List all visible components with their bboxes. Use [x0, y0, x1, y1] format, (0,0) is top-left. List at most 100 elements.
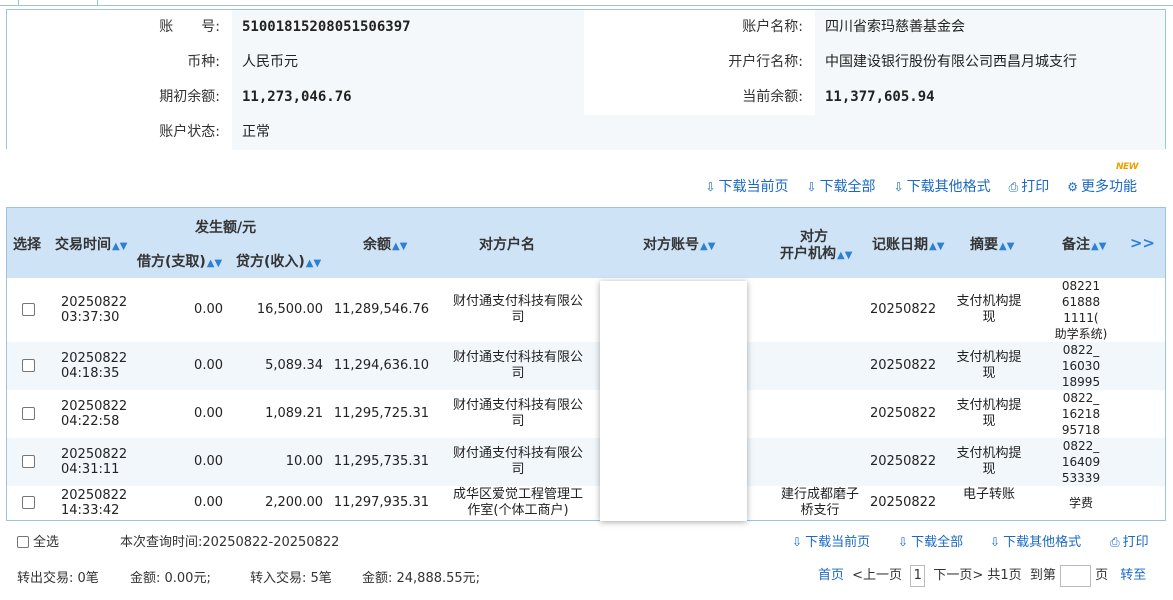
download-icon: ⇩ — [990, 535, 1001, 549]
top-toolbar: ⇩ 下载当前页 ⇩ 下载全部 ⇩ 下载其他格式 ⎙ 打印 ⚙ 更多功能 — [705, 176, 1137, 196]
more-functions-button[interactable]: ⚙ 更多功能 — [1067, 176, 1137, 196]
account-no-value: 51001815208051506397 — [232, 10, 584, 45]
summary: 支付机构提现 — [956, 350, 1022, 381]
download-icon: ⇩ — [792, 535, 803, 549]
post-date: 20250822 — [870, 454, 937, 469]
counterparty-name: 财付通支付科技有限公司 — [452, 446, 583, 477]
header-summary[interactable]: 摘要▲▼ — [970, 234, 1014, 254]
info-row-account: 账 号: 51001815208051506397 账户名称: 四川省索玛慈善基… — [7, 10, 1165, 45]
footer-print-button[interactable]: ⎙ 打印 — [1110, 531, 1149, 550]
download-icon: ⇩ — [705, 180, 716, 194]
goto-page-input[interactable] — [1059, 564, 1091, 587]
info-row-balance: 期初余额: 11,273,046.76 当前余额: 11,377,605.94 — [7, 80, 1165, 115]
post-date: 20250822 — [870, 495, 937, 510]
transaction-time: 20250822 03:37:30 — [61, 295, 128, 325]
debit-amount: 0.00 — [194, 302, 223, 317]
table-row[interactable]: 20250822 14:33:42 0.00 2,200.00 11,297,935.3… — [7, 486, 1165, 520]
pagination: 首页 <上一页 1 下一页> 共1页 到第 页 转至 — [818, 564, 1146, 587]
header-remark[interactable]: 备注▲▼ — [1062, 234, 1106, 254]
header-credit[interactable]: 贷方(收入)▲▼ — [236, 251, 321, 271]
header-debit[interactable]: 借方(支取)▲▼ — [137, 251, 222, 271]
total-pages: 共1页 — [987, 568, 1022, 583]
table-header: 选择 交易时间▲▼ 发生额/元 借方(支取)▲▼ 贷方(收入)▲▼ 余额▲▼ 对… — [7, 208, 1165, 278]
row-checkbox[interactable] — [22, 359, 35, 372]
sort-icon: ▲▼ — [392, 241, 408, 252]
debit-amount: 0.00 — [194, 406, 223, 421]
out-transactions-amount: 金额: 0.00元; — [130, 571, 211, 586]
page-unit: 页 — [1095, 568, 1109, 583]
debit-amount: 0.00 — [194, 495, 223, 510]
header-balance[interactable]: 余额▲▼ — [363, 234, 407, 254]
download-icon: ⇩ — [898, 535, 909, 549]
balance-amount: 11,295,735.31 — [333, 454, 429, 469]
current-balance-label: 当前余额: — [584, 80, 815, 115]
summary: 支付机构提现 — [956, 446, 1022, 477]
footer-summary: 转出交易: 0笔 金额: 0.00元; 转入交易: 5笔 金额: 24,888.… — [0, 558, 1173, 592]
download-other-label: 下载其他格式 — [906, 179, 991, 195]
summary: 支付机构提现 — [956, 294, 1022, 325]
first-page-link[interactable]: 首页 — [818, 568, 844, 583]
credit-amount: 1,089.21 — [265, 406, 323, 421]
next-page-link[interactable]: 下一页> — [933, 568, 983, 583]
counterparty-name: 财付通支付科技有限公司 — [452, 350, 583, 381]
header-counterparty-bank[interactable]: 开户机构▲▼ — [780, 243, 852, 263]
sort-icon: ▲▼ — [305, 258, 322, 269]
download-all-button[interactable]: ⇩ 下载全部 — [807, 176, 876, 196]
opening-balance-value: 11,273,046.76 — [232, 80, 584, 115]
table-row[interactable]: 20250822 04:22:58 0.00 1,089.21 11,295,725.3… — [7, 390, 1165, 438]
print-button[interactable]: ⎙ 打印 — [1009, 176, 1050, 196]
download-icon: ⇩ — [893, 180, 904, 194]
row-checkbox[interactable] — [22, 407, 35, 420]
table-row[interactable]: 20250822 04:31:11 0.00 10.00 11,295,735.31 财付… — [7, 438, 1165, 486]
download-icon: ⇩ — [806, 180, 817, 194]
account-info-panel: 账 号: 51001815208051506397 账户名称: 四川省索玛慈善基… — [6, 9, 1166, 150]
prev-page-link[interactable]: <上一页 — [852, 568, 902, 583]
table-row[interactable]: 20250822 03:37:30 0.00 16,500.00 11,289,546.… — [7, 278, 1165, 342]
account-no-label: 账 号: — [7, 10, 232, 45]
transactions-table: 选择 交易时间▲▼ 发生额/元 借方(支取)▲▼ 贷方(收入)▲▼ 余额▲▼ 对… — [6, 207, 1166, 521]
current-balance-value: 11,377,605.94 — [815, 80, 1165, 115]
select-all-checkbox[interactable] — [17, 536, 29, 548]
header-counterparty-account[interactable]: 对方账号▲▼ — [643, 234, 715, 254]
row-checkbox[interactable] — [22, 496, 35, 509]
footer-download-other-button[interactable]: ⇩ 下载其他格式 — [990, 531, 1081, 550]
printer-icon: ⎙ — [1008, 180, 1019, 194]
sort-icon: ▲▼ — [1091, 241, 1107, 252]
row-checkbox[interactable] — [22, 303, 35, 316]
download-page-label: 下载当前页 — [718, 179, 789, 195]
in-transactions-count: 转入交易: 5笔 — [250, 571, 332, 586]
header-time[interactable]: 交易时间▲▼ — [55, 234, 127, 254]
download-other-button[interactable]: ⇩ 下载其他格式 — [894, 176, 991, 196]
current-page-box[interactable]: 1 — [910, 564, 926, 587]
currency-label: 币种: — [7, 45, 232, 80]
select-all[interactable]: 全选 — [17, 531, 59, 550]
balance-amount: 11,294,636.10 — [333, 358, 429, 373]
sort-icon: ▲▼ — [929, 241, 945, 252]
bank-value: 中国建设银行股份有限公司西昌月城支行 — [815, 45, 1165, 80]
balance-amount: 11,295,725.31 — [333, 406, 429, 421]
counterparty-name: 财付通支付科技有限公司 — [452, 398, 583, 429]
footer-download-page-button[interactable]: ⇩ 下载当前页 — [792, 531, 870, 550]
opening-balance-label: 期初余额: — [7, 80, 232, 115]
summary: 电子转账 — [962, 487, 1015, 502]
download-all-label: 下载全部 — [819, 179, 876, 195]
footer-download-all-button[interactable]: ⇩ 下载全部 — [898, 531, 963, 550]
credit-amount: 16,500.00 — [256, 302, 323, 317]
row-checkbox[interactable] — [22, 455, 35, 468]
footer-actions: 全选 本次查询时间:20250822-20250822 ⇩ 下载当前页 ⇩ 下载全部… — [0, 522, 1173, 556]
counterparty-name: 成华区爱觉工程管理工 作室(个体工商户) — [452, 487, 583, 518]
status-value: 正常 — [232, 115, 1165, 150]
status-label: 账户状态: — [7, 115, 232, 150]
currency-value: 人民币元 — [232, 45, 584, 80]
download-page-button[interactable]: ⇩ 下载当前页 — [705, 176, 788, 196]
goto-button[interactable]: 转至 — [1120, 568, 1146, 583]
balance-amount: 11,289,546.76 — [333, 302, 429, 317]
remark: 0822_ 16409 53339 — [1061, 439, 1101, 485]
goto-label: 到第 — [1029, 568, 1056, 583]
more-functions-label: 更多功能 — [1081, 179, 1137, 195]
table-row[interactable]: 20250822 04:18:35 0.00 5,089.34 11,294,636.1… — [7, 342, 1165, 390]
info-row-status: 账户状态: 正常 — [7, 115, 1165, 150]
header-post-date[interactable]: 记账日期▲▼ — [872, 234, 944, 254]
sort-icon: ▲▼ — [700, 241, 716, 252]
expand-columns-icon[interactable]: >> — [1130, 234, 1155, 252]
